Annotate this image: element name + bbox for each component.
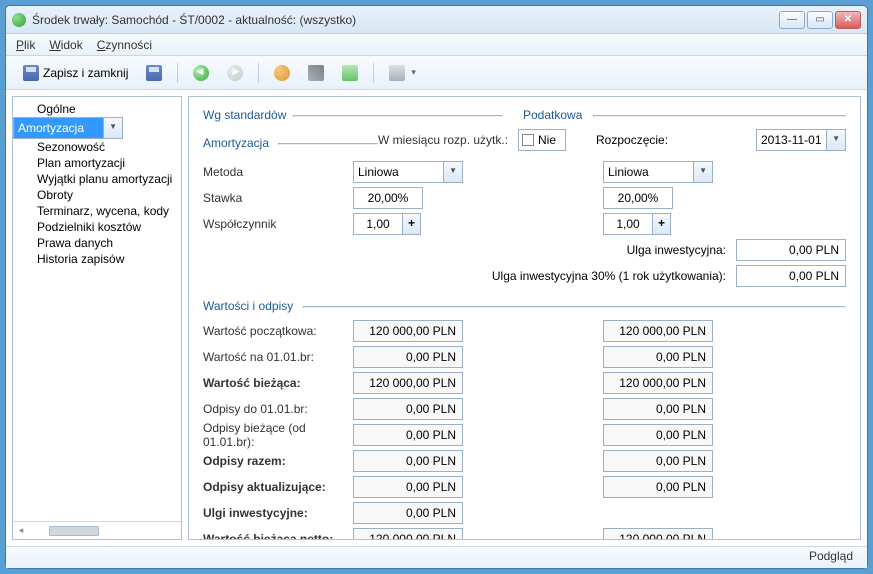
metoda-right-select[interactable]: Liniowa — [603, 161, 713, 183]
maximize-button[interactable]: ▭ — [807, 11, 833, 29]
tool3-button[interactable] — [335, 61, 365, 85]
stawka-right-field[interactable]: 20,00% — [603, 187, 673, 209]
wart-right-8: 120 000,00 PLN — [603, 528, 713, 540]
wrench-icon — [308, 65, 324, 81]
sidebar-item-9[interactable]: Historia zapisów — [13, 251, 181, 267]
app-icon — [12, 13, 26, 27]
minimize-button[interactable]: — — [779, 11, 805, 29]
wart-left-5: 0,00 PLN — [353, 450, 463, 472]
wart-left-2: 120 000,00 PLN — [353, 372, 463, 394]
sidebar-item-5[interactable]: Obroty — [13, 187, 181, 203]
toolbar: Zapisz i zamknij — [6, 56, 867, 90]
tool2-button[interactable] — [301, 61, 331, 85]
sidebar: ▸ OgólneAmortyzacjaSezonowośćPlan amorty… — [12, 96, 182, 540]
menu-czynnosci[interactable]: Czynności — [97, 38, 152, 52]
wart-label-1: Wartość na 01.01.br: — [203, 350, 353, 364]
disk-icon — [146, 65, 162, 81]
wart-right-5: 0,00 PLN — [603, 450, 713, 472]
main-panel: Wg standardów Podatkowa Amortyzacja W mi… — [188, 96, 861, 540]
rozp-label: Rozpoczęcie: — [596, 133, 756, 147]
wart-label-3: Odpisy do 01.01.br: — [203, 402, 353, 416]
sheet-icon — [342, 65, 358, 81]
sidebar-item-4[interactable]: Wyjątki planu amortyzacji — [13, 171, 181, 187]
wsp-right-stepper[interactable]: 1,00+ — [603, 213, 671, 235]
save-button[interactable] — [139, 61, 169, 85]
sidebar-item-0[interactable]: Ogólne — [13, 101, 181, 117]
menu-plik[interactable]: Plik — [16, 38, 35, 52]
metoda-left-select[interactable]: Liniowa — [353, 161, 463, 183]
stawka-left-field[interactable]: 20,00% — [353, 187, 423, 209]
ulga2-label: Ulga inwestycyjna 30% (1 rok użytkowania… — [203, 269, 736, 283]
printer-icon — [389, 65, 405, 81]
wart-label-2: Wartość bieżąca: — [203, 376, 353, 390]
metoda-label: Metoda — [203, 165, 353, 179]
window-title: Środek trwały: Samochód - ŚT/0002 - aktu… — [32, 13, 779, 27]
save-close-button[interactable]: Zapisz i zamknij — [16, 61, 135, 85]
gear-icon — [274, 65, 290, 81]
wart-left-0: 120 000,00 PLN — [353, 320, 463, 342]
miesiac-label: W miesiącu rozp. użytk.: — [378, 133, 518, 147]
wart-left-6: 0,00 PLN — [353, 476, 463, 498]
forward-button[interactable] — [220, 61, 250, 85]
wart-label-5: Odpisy razem: — [203, 454, 353, 468]
wart-right-6: 0,00 PLN — [603, 476, 713, 498]
back-button[interactable] — [186, 61, 216, 85]
wart-left-7: 0,00 PLN — [353, 502, 463, 524]
save-close-label: Zapisz i zamknij — [43, 66, 128, 80]
menubar: Plik Widok Czynności — [6, 34, 867, 56]
miesiac-checkbox[interactable]: Nie — [518, 129, 566, 151]
ulga1-label: Ulga inwestycyjna: — [203, 243, 736, 257]
section-pod-title: Podatkowa — [523, 108, 582, 122]
save-icon — [23, 65, 39, 81]
ulga2-value[interactable]: 0,00 PLN — [736, 265, 846, 287]
wart-label-7: Ulgi inwestycyjne: — [203, 506, 353, 520]
statusbar: Podgląd — [6, 546, 867, 568]
section-amort-title: Amortyzacja — [203, 136, 269, 150]
sidebar-item-2[interactable]: Sezonowość — [13, 139, 181, 155]
wart-label-6: Odpisy aktualizujące: — [203, 480, 353, 494]
print-dropdown[interactable] — [382, 61, 423, 85]
sidebar-scrollbar[interactable]: ◂ — [13, 521, 181, 539]
wart-label-4: Odpisy bieżące (od 01.01.br): — [203, 421, 353, 449]
wart-right-1: 0,00 PLN — [603, 346, 713, 368]
sidebar-item-6[interactable]: Terminarz, wycena, kody — [13, 203, 181, 219]
section-wg-title: Wg standardów — [203, 108, 286, 122]
wart-left-3: 0,00 PLN — [353, 398, 463, 420]
wsp-label: Współczynnik — [203, 217, 353, 231]
wart-left-8: 120 000,00 PLN — [353, 528, 463, 540]
sidebar-item-7[interactable]: Podzielniki kosztów — [13, 219, 181, 235]
stawka-label: Stawka — [203, 191, 353, 205]
wart-left-1: 0,00 PLN — [353, 346, 463, 368]
wart-label-0: Wartość początkowa: — [203, 324, 353, 338]
wart-label-8: Wartość bieżąca netto: — [203, 532, 353, 540]
sidebar-item-1[interactable]: Amortyzacja — [13, 117, 123, 139]
date-picker[interactable]: 2013-11-01 — [756, 129, 846, 151]
wart-right-3: 0,00 PLN — [603, 398, 713, 420]
ulga1-value[interactable]: 0,00 PLN — [736, 239, 846, 261]
menu-widok[interactable]: Widok — [49, 38, 82, 52]
sidebar-item-8[interactable]: Prawa danych — [13, 235, 181, 251]
wart-right-2: 120 000,00 PLN — [603, 372, 713, 394]
section-wart-title: Wartości i odpisy — [203, 299, 293, 313]
wart-right-4: 0,00 PLN — [603, 424, 713, 446]
titlebar: Środek trwały: Samochód - ŚT/0002 - aktu… — [6, 6, 867, 34]
arrow-right-icon — [227, 65, 243, 81]
close-button[interactable]: ✕ — [835, 11, 861, 29]
sidebar-item-3[interactable]: Plan amortyzacji — [13, 155, 181, 171]
tool1-button[interactable] — [267, 61, 297, 85]
wsp-left-stepper[interactable]: 1,00+ — [353, 213, 523, 235]
arrow-left-icon — [193, 65, 209, 81]
wart-right-0: 120 000,00 PLN — [603, 320, 713, 342]
wart-left-4: 0,00 PLN — [353, 424, 463, 446]
